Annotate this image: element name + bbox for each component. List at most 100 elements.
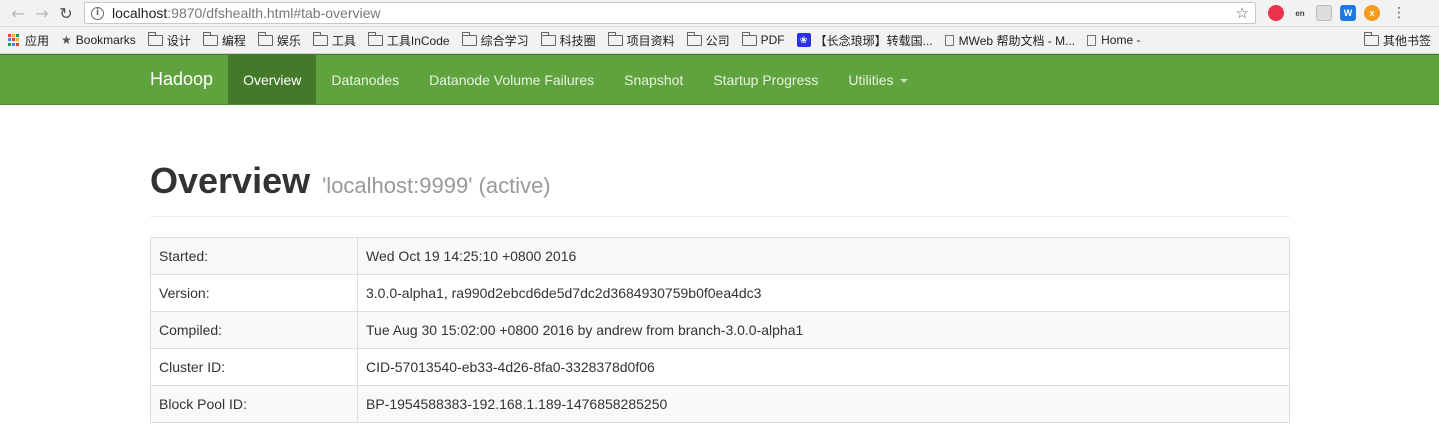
folder-icon [312,31,328,46]
extension-gray-icon[interactable] [1316,5,1332,21]
row-key: Version: [150,274,358,312]
folder-icon [686,31,702,46]
folder-icon [147,31,163,46]
bookmark-item[interactable]: ❀ 【长念琅琊】转载国... [796,32,933,49]
extension-icons: en W x ⋮ [1268,5,1406,21]
bookmark-star-icon[interactable]: ☆ [1236,4,1249,22]
bookmark-label: 设计 [166,33,191,48]
bookmark-label: 项目资料 [626,33,675,48]
forward-arrow-icon[interactable]: → [30,1,54,25]
bookmark-item[interactable]: 项目资料 [607,31,675,49]
bookmark-label: 综合学习 [480,33,529,48]
bookmark-item[interactable]: ★ Bookmarks [61,33,136,47]
bookmark-item[interactable]: 编程 [202,31,246,49]
bookmark-item[interactable]: MWeb 帮助文档 - M... [944,32,1076,49]
paw-icon: ❀ [796,33,811,47]
folder-icon [461,31,477,46]
nav-tab-overview[interactable]: Overview [228,55,317,104]
bookmark-label: Home - [1101,33,1141,47]
bookmark-item[interactable]: PDF [741,31,785,47]
row-value: 3.0.0-alpha1, ra990d2ebcd6de5d7dc2d36849… [357,274,1290,312]
other-bookmarks-label: 其他书签 [1382,33,1431,48]
bookmark-label: 应用 [25,33,50,48]
extension-red-icon[interactable] [1268,5,1284,21]
row-key: Compiled: [150,311,358,349]
nav-tab-snapshot[interactable]: Snapshot [609,55,698,104]
folder-icon [607,31,623,46]
row-key: Block Pool ID: [150,385,358,423]
folder-icon [741,31,757,46]
nav-tab-label: Datanode Volume Failures [429,71,595,88]
url-host: localhost [112,5,168,21]
folder-icon [540,31,556,46]
bookmark-label: 娱乐 [276,33,301,48]
nav-tab-label: Startup Progress [713,71,819,88]
table-row: Started: Wed Oct 19 14:25:10 +0800 2016 [150,237,1290,275]
table-row: Version: 3.0.0-alpha1, ra990d2ebcd6de5d7d… [150,274,1290,312]
browser-menu-icon[interactable]: ⋮ [1392,5,1406,21]
bookmark-item[interactable]: 科技圈 [540,31,596,49]
nav-tab-datanodes[interactable]: Datanodes [316,55,414,104]
page-title: Overview [150,160,311,201]
row-value: Wed Oct 19 14:25:10 +0800 2016 [357,237,1290,275]
nav-tab-label: Overview [243,71,302,88]
folder-icon [202,31,218,46]
browser-toolbar: ← → ↻ i localhost:9870/dfshealth.html#ta… [0,0,1439,27]
row-value: Tue Aug 30 15:02:00 +0800 2016 by andrew… [357,311,1290,349]
bookmark-label: 工具 [331,33,356,48]
row-key: Cluster ID: [150,348,358,386]
table-row: Block Pool ID: BP-1954588383-192.168.1.18… [150,385,1290,423]
bookmark-item[interactable]: 公司 [686,31,730,49]
row-key: Started: [150,237,358,275]
url-path: :9870/dfshealth.html#tab-overview [167,5,381,21]
nav-tab-label: Utilities [848,71,894,88]
bookmark-item[interactable]: 应用 [8,32,49,49]
bookmark-label: Bookmarks [75,33,136,47]
nav-tab-label: Snapshot [624,71,684,88]
nav-tab-utilities[interactable]: Utilities [833,55,922,104]
extension-orange-icon[interactable]: x [1364,5,1380,21]
bookmark-item[interactable]: 工具 [312,31,356,49]
bookmark-label: 工具InCode [386,33,450,48]
folder-icon [1363,31,1379,46]
bookmarks-bar: 应用 ★ Bookmarks 设计 编程 娱乐 工具 工具InCode 综合学习 科技圈 项目资料 公… [0,27,1439,54]
apps-grid-icon [8,34,20,46]
bookmark-label: MWeb 帮助文档 - M... [958,33,1076,48]
row-value: CID-57013540-eb33-4d26-8fa0-3328378d0f06 [357,348,1290,386]
bookmark-item[interactable]: Home - [1087,33,1140,47]
bookmark-item[interactable]: 设计 [147,31,191,49]
nav-tab-label: Datanodes [331,71,400,88]
table-row: Compiled: Tue Aug 30 15:02:00 +0800 2016 … [150,311,1290,349]
row-value: BP-1954588383-192.168.1.189-147685828525… [357,385,1290,423]
page-header: Overview 'localhost:9999' (active) [150,160,1290,217]
other-bookmarks[interactable]: 其他书签 [1363,31,1431,49]
page-icon [944,34,954,46]
folder-icon [257,31,273,46]
bookmark-label: 科技圈 [559,33,596,48]
hadoop-navbar: Hadoop Overview Datanodes Datanode Volume … [0,54,1439,105]
overview-section: Overview 'localhost:9999' (active) Start… [150,160,1290,423]
star-icon: ★ [61,33,72,47]
folder-icon [367,31,383,46]
nav-tab-startup-progress[interactable]: Startup Progress [698,55,833,104]
hadoop-brand[interactable]: Hadoop [135,55,228,104]
back-arrow-icon[interactable]: ← [6,1,30,25]
bookmark-label: 编程 [221,33,246,48]
bookmark-item[interactable]: 娱乐 [257,31,301,49]
reload-icon[interactable]: ↻ [54,1,78,25]
bookmark-label: PDF [760,33,785,47]
extension-translate-icon[interactable]: en [1292,5,1308,21]
table-row: Cluster ID: CID-57013540-eb33-4d26-8fa0-3… [150,348,1290,386]
address-bar[interactable]: i localhost:9870/dfshealth.html#tab-over… [84,2,1256,24]
bookmark-label: 公司 [705,33,730,48]
bookmark-item[interactable]: 工具InCode [367,31,450,49]
extension-w-icon[interactable]: W [1340,5,1356,21]
info-icon[interactable]: i [91,6,104,20]
page-subtitle: 'localhost:9999' (active) [322,173,551,198]
bookmark-item[interactable]: 综合学习 [461,31,529,49]
overview-table: Started: Wed Oct 19 14:25:10 +0800 2016 Ve… [150,237,1290,423]
page-icon [1087,34,1097,46]
nav-tab-datanode-volume-failures[interactable]: Datanode Volume Failures [414,55,609,104]
bookmark-label: 【长念琅琊】转载国... [814,33,933,48]
caret-down-icon [899,78,908,83]
